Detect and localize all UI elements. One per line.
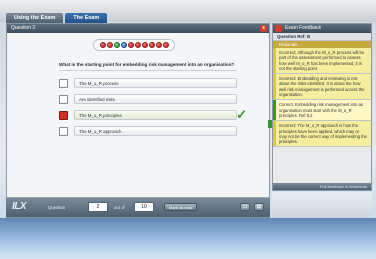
close-icon: x — [262, 25, 265, 31]
correct-check-icon: ✓ — [236, 107, 247, 122]
feedback-title-bar: Exam Feedback — [273, 24, 371, 33]
tab-bar: Using the Exam The Exam — [6, 13, 108, 23]
answer-option[interactable]: The M_o_R principles ✓ — [59, 107, 247, 123]
window-title-bar: Question 3 x — [7, 24, 269, 33]
desktop-background — [0, 218, 376, 259]
printer-icon[interactable]: ▤ — [254, 203, 264, 211]
progress-dot[interactable] — [127, 42, 134, 48]
feedback-marker — [273, 100, 276, 121]
feedback-marker — [273, 121, 276, 147]
tab-using-the-exam[interactable]: Using the Exam — [6, 13, 64, 23]
ilx-logo: ILX — [12, 201, 27, 212]
feedback-item: Incorrect: Embedding and reviewing is no… — [273, 74, 371, 101]
feedback-footer[interactable]: Full feedback in Workbook — [273, 183, 371, 190]
exam-window: Question 3 x What is the starting point … — [6, 23, 270, 218]
progress-dot[interactable] — [134, 42, 141, 48]
feedback-panel: Exam Feedback Question Ref: B Rationale … — [272, 23, 372, 191]
feedback-title: Exam Feedback — [285, 25, 322, 31]
progress-dot[interactable] — [141, 42, 148, 48]
current-question-field[interactable]: 2 — [88, 202, 108, 212]
feedback-item-correct: Correct. Embedding risk management into … — [273, 100, 371, 122]
navigation-bar: ILX Question 2 out of 10 Mark as read ▭ … — [6, 197, 270, 217]
progress-dot[interactable] — [106, 42, 113, 48]
out-of-label: out of — [114, 205, 125, 210]
panel-background — [272, 192, 372, 218]
progress-dot[interactable] — [162, 42, 169, 48]
question-progress — [93, 39, 175, 51]
tab-the-exam[interactable]: The Exam — [65, 13, 108, 23]
answer-label[interactable]: The M_o_R approach — [74, 126, 237, 136]
progress-dot[interactable] — [113, 42, 120, 48]
feedback-item: Incorrect: The M_o_R approach is how the… — [273, 121, 371, 148]
total-questions-field: 10 — [134, 202, 154, 212]
feedback-item: Incorrect: Although the M_o_R process wi… — [273, 48, 371, 75]
answer-options: The M_o_R process Are identified risks T… — [59, 75, 247, 139]
question-label: Question — [48, 205, 66, 210]
progress-dot[interactable] — [120, 42, 127, 48]
feedback-marker — [273, 48, 276, 74]
rationale-header: Rationale — [273, 41, 371, 48]
answer-label[interactable]: Are identified risks — [74, 94, 237, 104]
question-ref: Question Ref: B — [273, 33, 371, 41]
feedback-text: Incorrect: Although the M_o_R process wi… — [279, 50, 365, 71]
feedback-list: Incorrect: Although the M_o_R process wi… — [273, 48, 371, 148]
mark-button[interactable]: Mark as read — [164, 203, 198, 211]
progress-dot[interactable] — [155, 42, 162, 48]
answer-label[interactable]: The M_o_R principles — [74, 110, 237, 120]
feedback-marker — [273, 74, 276, 100]
divider — [59, 70, 237, 71]
answer-option[interactable]: The M_o_R process — [59, 75, 237, 91]
feedback-text: Incorrect: Embedding and reviewing is no… — [279, 76, 365, 98]
progress-dot[interactable] — [99, 42, 106, 48]
answer-checkbox[interactable] — [59, 94, 68, 104]
save-icon[interactable]: ▭ — [240, 203, 250, 211]
feedback-text: Incorrect: The M_o_R approach is how the… — [279, 123, 367, 145]
answer-option[interactable]: The M_o_R approach — [59, 123, 237, 139]
close-button[interactable]: x — [260, 25, 267, 32]
progress-dot[interactable] — [148, 42, 155, 48]
answer-checkbox[interactable] — [59, 126, 68, 136]
question-text: What is the starting point for embedding… — [59, 62, 235, 67]
answer-checkbox-selected[interactable] — [59, 110, 68, 120]
feedback-text: Correct. Embedding risk management into … — [279, 102, 364, 118]
answer-label[interactable]: The M_o_R process — [74, 78, 237, 88]
answer-checkbox[interactable] — [59, 78, 68, 88]
question-number: Question 3 — [11, 25, 36, 31]
answer-option[interactable]: Are identified risks — [59, 91, 237, 107]
close-icon[interactable] — [275, 25, 282, 32]
